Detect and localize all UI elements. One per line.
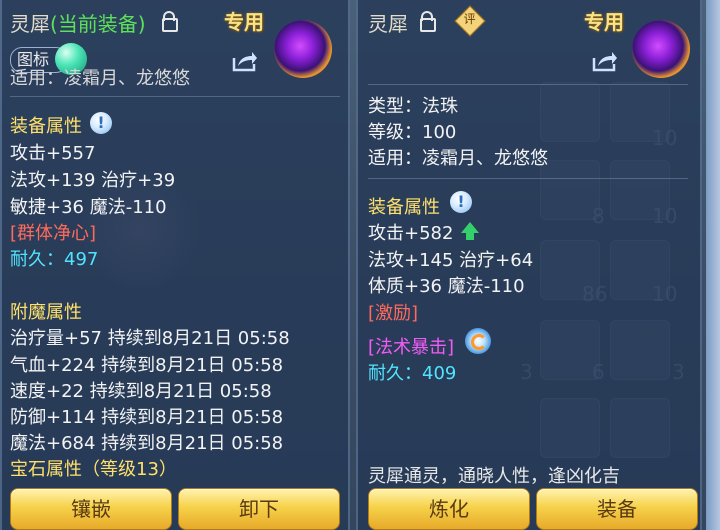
enchant-line: 魔法+684 持续到8月21日 05:58: [10, 433, 284, 454]
divider: [368, 84, 688, 85]
panel-title: 灵犀(当前装备): [10, 8, 146, 37]
unequip-button[interactable]: 卸下: [178, 488, 340, 530]
enchant-line: 气血+224 持续到8月21日 05:58: [10, 355, 284, 376]
attr-line: 法攻+139 治疗+39: [10, 170, 176, 191]
item-name: 灵犀: [10, 12, 50, 36]
exclusive-label: 专用: [584, 10, 624, 34]
info-icon[interactable]: !: [90, 112, 112, 134]
special-skill: [群体净心]: [10, 223, 97, 244]
item-orb-icon: [274, 20, 332, 78]
inlay-button[interactable]: 镶嵌: [10, 488, 172, 530]
item-description: 灵犀通灵，通晓人性，逢凶化吉: [368, 466, 620, 487]
skill-spin-icon: [465, 328, 491, 354]
divider: [10, 96, 340, 97]
special-skill: [法术暴击]: [368, 337, 455, 358]
info-icon[interactable]: !: [450, 191, 472, 213]
equip-attr-heading: 装备属性: [368, 197, 440, 218]
item-level: 等级：100: [368, 122, 457, 143]
suitable-for: 适用：凌霜月、龙悠悠: [368, 148, 548, 169]
exclusive-label: 专用: [224, 10, 264, 34]
eval-badge-label: 评: [463, 12, 476, 27]
suitable-for: 适用：凌霜月、龙悠悠: [10, 68, 190, 89]
equip-attr-heading: 装备属性: [10, 116, 82, 137]
item-orb-icon: [632, 20, 690, 78]
enchant-line: 治疗量+57 持续到8月21日 05:58: [10, 328, 290, 349]
share-icon[interactable]: [592, 50, 618, 72]
attr-line: 敏捷+36 魔法-110: [10, 197, 167, 218]
side-menu-edge: [706, 0, 720, 530]
item-type: 类型：法珠: [368, 96, 458, 117]
attr-line: 攻击+557: [10, 143, 96, 164]
enchant-line: 防御+114 持续到8月21日 05:58: [10, 407, 284, 428]
special-effect: [激励]: [368, 303, 419, 324]
share-icon[interactable]: [232, 50, 258, 72]
item-name: 灵犀: [368, 12, 408, 36]
gem-attr-line: 宝石属性（等级13）: [10, 459, 177, 480]
refine-button[interactable]: 炼化: [368, 488, 530, 530]
lock-icon[interactable]: [162, 11, 178, 32]
current-equip-status: (当前装备): [50, 12, 146, 36]
attr-line: 体质+36 魔法-110: [368, 276, 525, 297]
enchant-heading: 附魔属性: [10, 302, 82, 323]
equip-button[interactable]: 装备: [536, 488, 698, 530]
attr-line: 法攻+145 治疗+64: [368, 250, 534, 271]
divider: [368, 178, 688, 179]
attr-line: 攻击+582: [368, 223, 454, 244]
compare-equipment-panel: 灵犀 专用 类型：法珠 等级：100 适用：凌霜月、龙悠悠 装备属性 ! 攻击+…: [356, 0, 702, 530]
durability: 耐久：497: [10, 249, 99, 270]
enchant-line: 速度+22 持续到8月21日 05:58: [10, 381, 272, 402]
upgrade-arrow-icon: [461, 222, 479, 240]
durability: 耐久：409: [368, 363, 457, 384]
lock-icon[interactable]: [420, 11, 436, 32]
current-equipment-panel: 灵犀(当前装备) 专用 图标 适用：凌霜月、龙悠悠 装备属性 ! 攻击+557 …: [0, 0, 350, 530]
